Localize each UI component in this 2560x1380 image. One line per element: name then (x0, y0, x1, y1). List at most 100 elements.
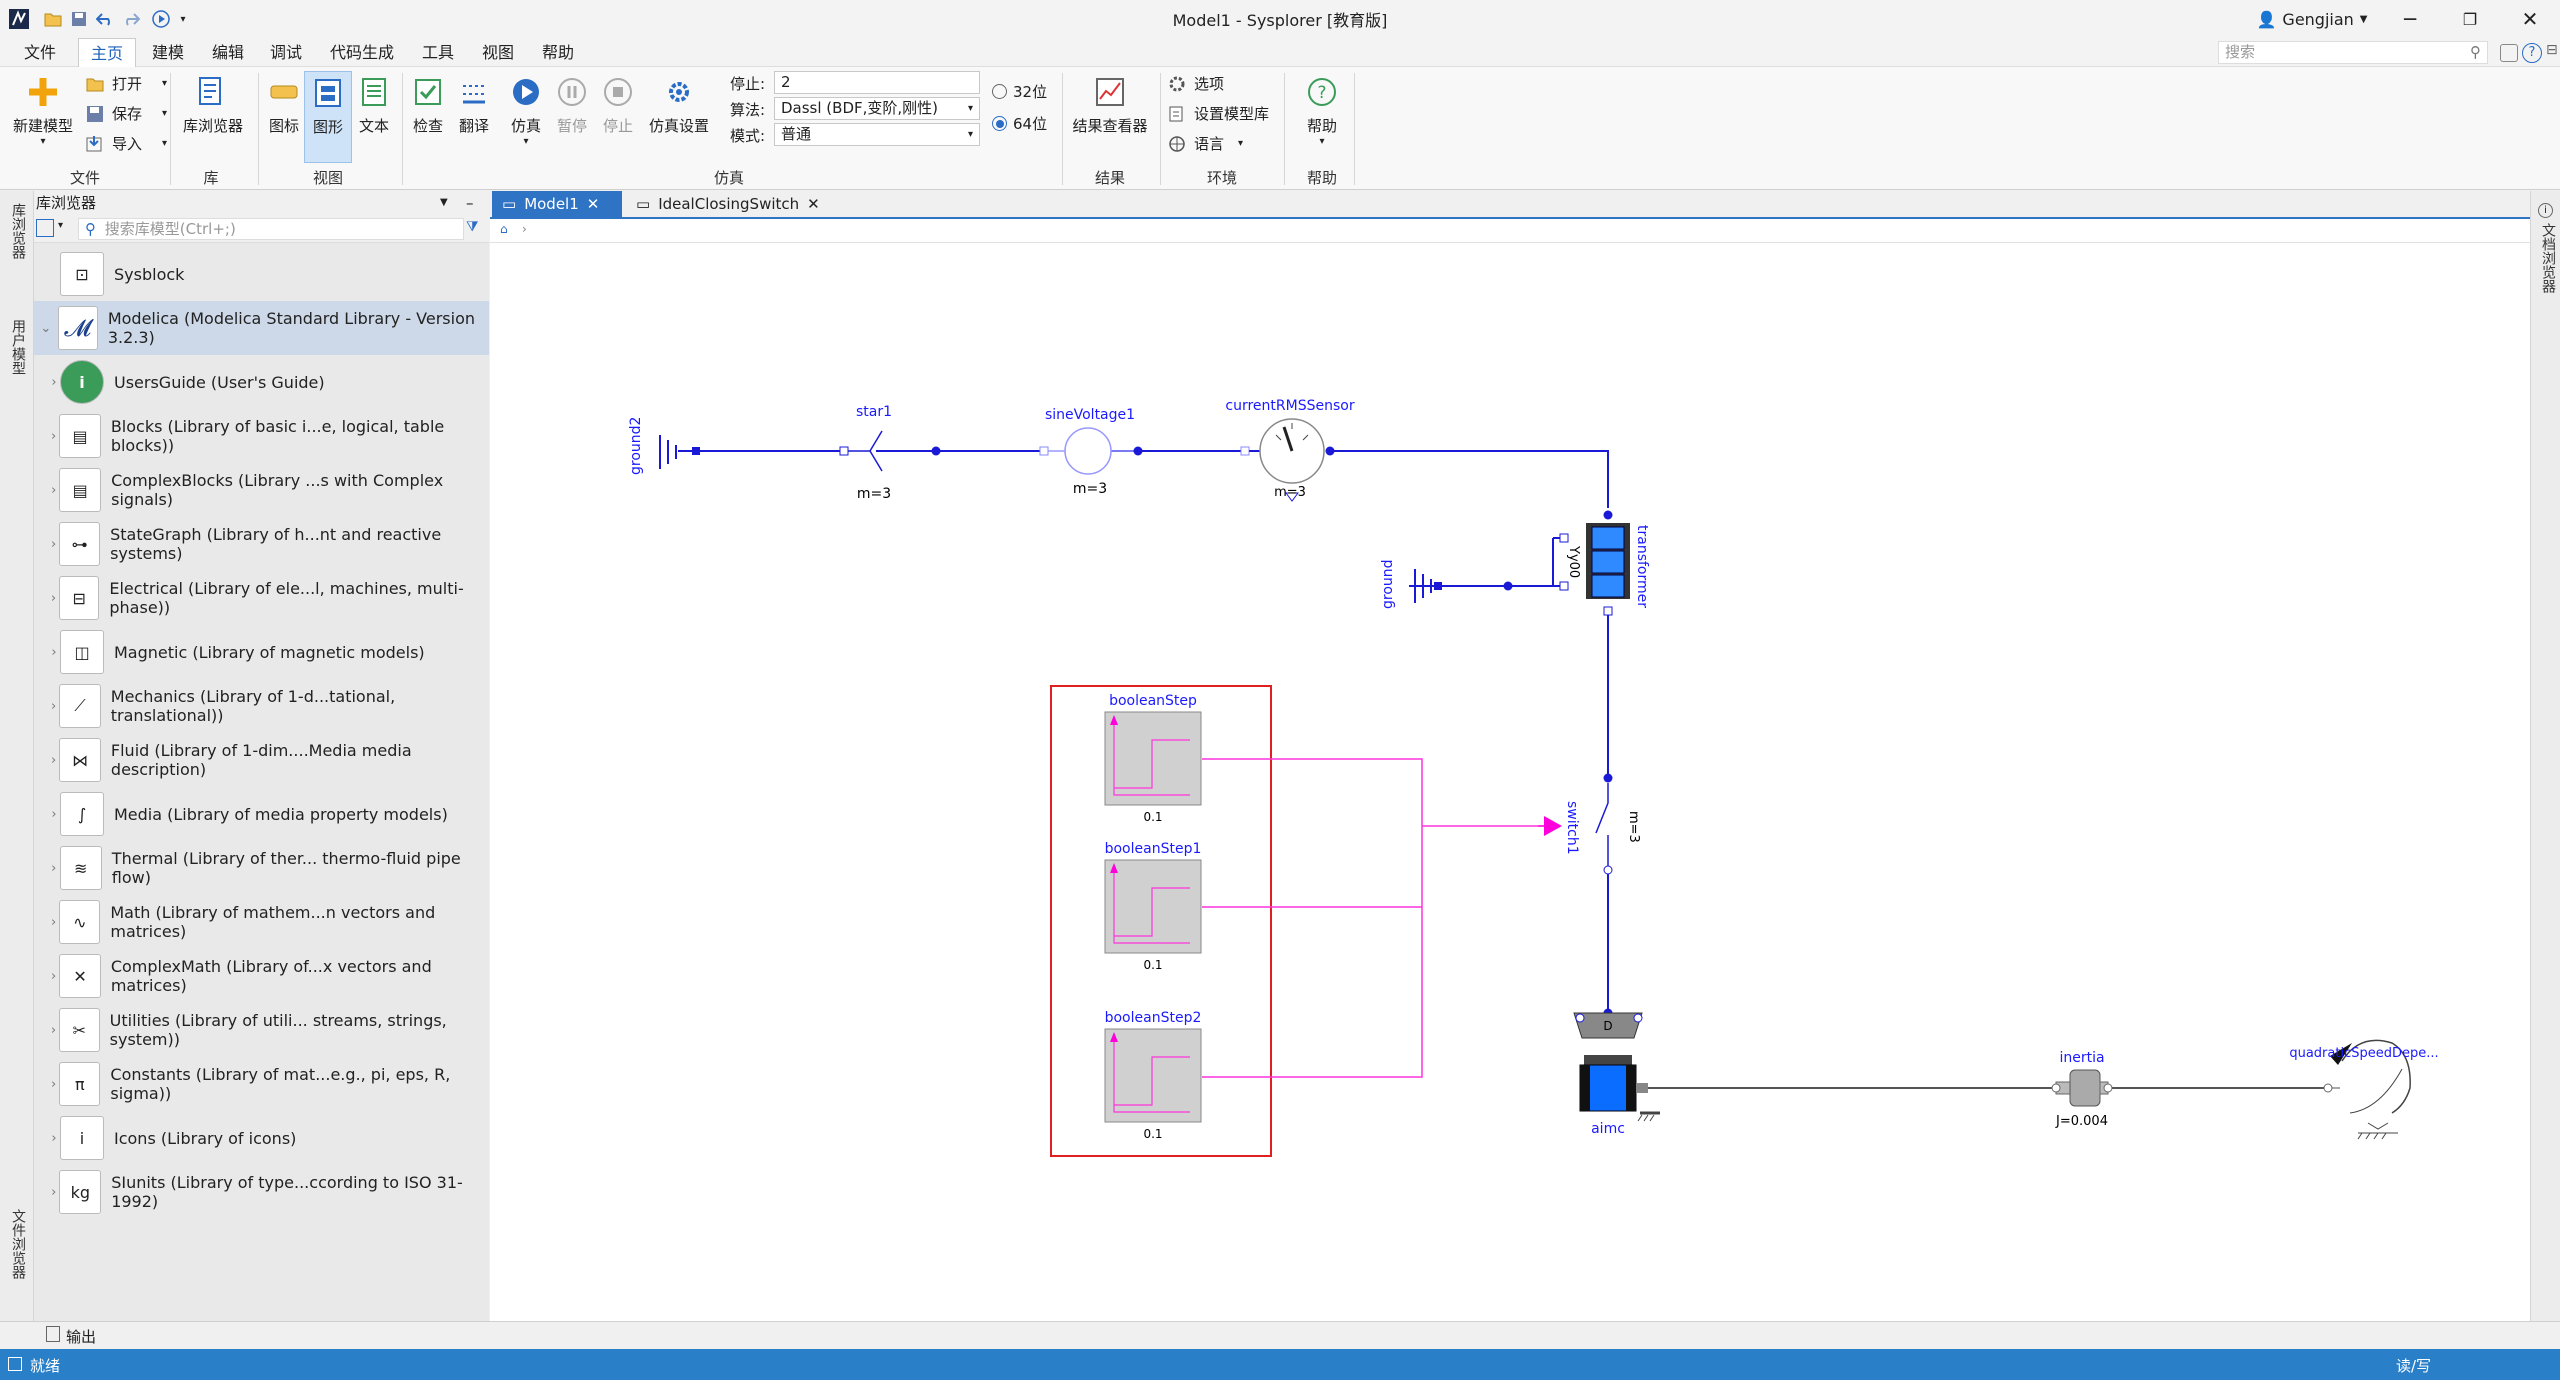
output-tab[interactable]: 输出 (66, 1326, 96, 1347)
library-tree-item[interactable]: › ≋ Thermal (Library of ther... thermo-flu… (34, 841, 489, 895)
user-menu[interactable]: 👤 Gengjian ▼ (2252, 0, 2372, 38)
minimize-button[interactable]: ─ (2380, 0, 2440, 38)
icon-view-button[interactable]: 图标 (262, 75, 306, 136)
file-browser-side-tab[interactable]: 文件浏览器 (8, 1209, 28, 1279)
library-tree-item[interactable]: › ∿ Math (Library of mathem...n vectors an… (34, 895, 489, 949)
library-tree-item[interactable]: › ⊟ Electrical (Library of ele...l, machin… (34, 571, 489, 625)
text-view-button[interactable]: 文本 (352, 75, 396, 136)
global-search-input[interactable]: 搜索 ⚲ (2218, 41, 2488, 64)
chevron-right-icon[interactable]: › (522, 222, 527, 236)
chevron-right-icon[interactable]: › (34, 483, 59, 498)
chevron-right-icon[interactable]: › (34, 429, 59, 444)
sim-settings-button[interactable]: 仿真设置 (644, 75, 714, 136)
transformer-component[interactable]: transformer Yy00 (1559, 523, 1650, 616)
menu-debug[interactable]: 调试 (258, 38, 314, 67)
new-model-button[interactable]: 新建模型 ▾ (8, 75, 78, 147)
diagram-svg[interactable]: ground2 star1 m=3 sineVoltage1 m=3 curre… (490, 243, 2530, 1321)
current-rms-sensor-component[interactable]: currentRMSSensor m=3 (1225, 398, 1355, 502)
more-icon[interactable]: ⊟ (2546, 42, 2558, 58)
library-tree-item[interactable]: › ∫ Media (Library of media property model… (34, 787, 489, 841)
chevron-right-icon[interactable]: › (34, 1077, 59, 1092)
menu-tools[interactable]: 工具 (410, 38, 466, 67)
chevron-right-icon[interactable]: › (34, 753, 59, 768)
boolean-step-0[interactable]: booleanStep 0.1 (1104, 693, 1202, 824)
stop-button[interactable]: 停止 (596, 75, 640, 136)
chevron-right-icon[interactable]: › (34, 375, 60, 390)
star1-component[interactable]: star1 m=3 (839, 404, 892, 502)
library-search-input[interactable]: ⚲ 搜索库模型(Ctrl+;) (78, 218, 464, 240)
model-lib-button[interactable]: 设置模型库 (1168, 103, 1269, 124)
boolean-step-1[interactable]: booleanStep1 0.1 (1104, 841, 1202, 972)
aimc-component[interactable]: D aimc (1573, 1008, 1660, 1138)
library-tree-item[interactable]: › ▤ ComplexBlocks (Library ...s with Compl… (34, 463, 489, 517)
library-tree-item[interactable]: ⊡ Sysblock (34, 247, 489, 301)
list-view-icon[interactable] (36, 219, 54, 237)
result-viewer-button[interactable]: 结果查看器 (1068, 75, 1152, 136)
lib-browser-side-tab[interactable]: 库浏览器 (8, 203, 28, 259)
library-tree-item[interactable]: › π Constants (Library of mat...e.g., pi, … (34, 1057, 489, 1111)
close-icon[interactable]: ✕ (587, 195, 600, 213)
user-model-side-tab[interactable]: 用户模型 (8, 319, 28, 375)
chevron-right-icon[interactable]: › (34, 537, 59, 552)
menu-help[interactable]: 帮助 (530, 38, 586, 67)
chevron-right-icon[interactable]: › (34, 1131, 60, 1146)
import-button[interactable]: 导入 ▾ (86, 133, 167, 154)
chevron-down-icon[interactable]: ▼ (440, 191, 448, 215)
chevron-right-icon[interactable]: › (34, 969, 59, 984)
close-icon[interactable]: ✕ (807, 195, 820, 213)
diagram-view-button[interactable]: 图形 (304, 71, 352, 163)
tab-model1[interactable]: ▭ Model1 ✕ (492, 191, 622, 217)
chevron-right-icon[interactable]: › (34, 1023, 59, 1038)
quick-access-dropdown-icon[interactable]: ▾ (176, 0, 190, 38)
pause-button[interactable]: 暂停 (550, 75, 594, 136)
chevron-right-icon[interactable]: › (34, 591, 59, 606)
ground2-component[interactable]: ground2 (628, 417, 700, 475)
save-button[interactable]: 保存 ▾ (86, 103, 167, 124)
diagram-canvas[interactable]: ground2 star1 m=3 sineVoltage1 m=3 curre… (490, 243, 2530, 1321)
save-icon[interactable] (68, 0, 90, 38)
library-tree-item[interactable]: › i Icons (Library of icons) (34, 1111, 489, 1165)
check-button[interactable]: 检查 (406, 75, 450, 136)
home-icon[interactable]: ⌂ (500, 222, 508, 236)
menu-modeling[interactable]: 建模 (140, 38, 196, 67)
library-tree-item[interactable]: › i UsersGuide (User's Guide) (34, 355, 489, 409)
library-tree-item[interactable]: › ▤ Blocks (Library of basic i...e, logica… (34, 409, 489, 463)
bit32-radio[interactable]: 32位 (992, 81, 1047, 102)
language-button[interactable]: 语言 ▾ (1168, 133, 1243, 154)
chevron-right-icon[interactable]: › (34, 861, 60, 876)
tab-idealclosingswitch[interactable]: ▭ IdealClosingSwitch ✕ (626, 191, 826, 217)
switch1-component[interactable]: switch1 m=3 (1538, 783, 1641, 875)
library-tree-item[interactable]: › kg SIunits (Library of type...ccording t… (34, 1165, 489, 1219)
chevron-down-icon[interactable]: ▾ (58, 220, 63, 231)
simulate-button[interactable]: 仿真 ▾ (504, 75, 548, 147)
undo-icon[interactable] (94, 0, 116, 38)
menu-file[interactable]: 文件 (12, 38, 68, 67)
ribbon-collapse-icon[interactable] (2500, 44, 2518, 62)
help-button[interactable]: ? 帮助 ▾ (1300, 75, 1344, 147)
ground-component[interactable]: ground (1380, 559, 1442, 609)
menu-codegen[interactable]: 代码生成 (318, 38, 406, 67)
close-button[interactable]: ✕ (2500, 0, 2560, 38)
library-tree-item[interactable]: › ✕ ComplexMath (Library of...x vectors an… (34, 949, 489, 1003)
chevron-right-icon[interactable]: › (34, 645, 60, 660)
menu-home[interactable]: 主页 (78, 38, 137, 67)
mode-select[interactable]: 普通 ▾ (774, 123, 980, 146)
stop-time-input[interactable]: 2 (774, 71, 980, 94)
chevron-right-icon[interactable]: › (34, 807, 60, 822)
library-tree-item[interactable]: › ⊶ StateGraph (Library of h...nt and reac… (34, 517, 489, 571)
open-folder-icon[interactable] (42, 0, 64, 38)
menu-view[interactable]: 视图 (470, 38, 526, 67)
chevron-right-icon[interactable]: › (34, 915, 59, 930)
algorithm-select[interactable]: Dassl (BDF,变阶,刚性) ▾ (774, 97, 980, 120)
doc-browser-side-tab[interactable]: 文档浏览器 (2538, 223, 2558, 293)
info-icon[interactable]: i (2538, 203, 2553, 218)
library-tree-item[interactable]: ⌄ 𝓜 Modelica (Modelica Standard Library - … (34, 301, 489, 355)
restore-button[interactable]: ❐ (2440, 0, 2500, 38)
chevron-right-icon[interactable]: › (34, 1185, 59, 1200)
library-tree-item[interactable]: › ✂ Utilities (Library of utili... streams… (34, 1003, 489, 1057)
menu-edit[interactable]: 编辑 (200, 38, 256, 67)
redo-icon[interactable] (120, 0, 142, 38)
chevron-right-icon[interactable]: › (34, 699, 59, 714)
library-tree-item[interactable]: › ◫ Magnetic (Library of magnetic models) (34, 625, 489, 679)
library-tree-item[interactable]: › ⋈ Fluid (Library of 1-dim....Media media… (34, 733, 489, 787)
